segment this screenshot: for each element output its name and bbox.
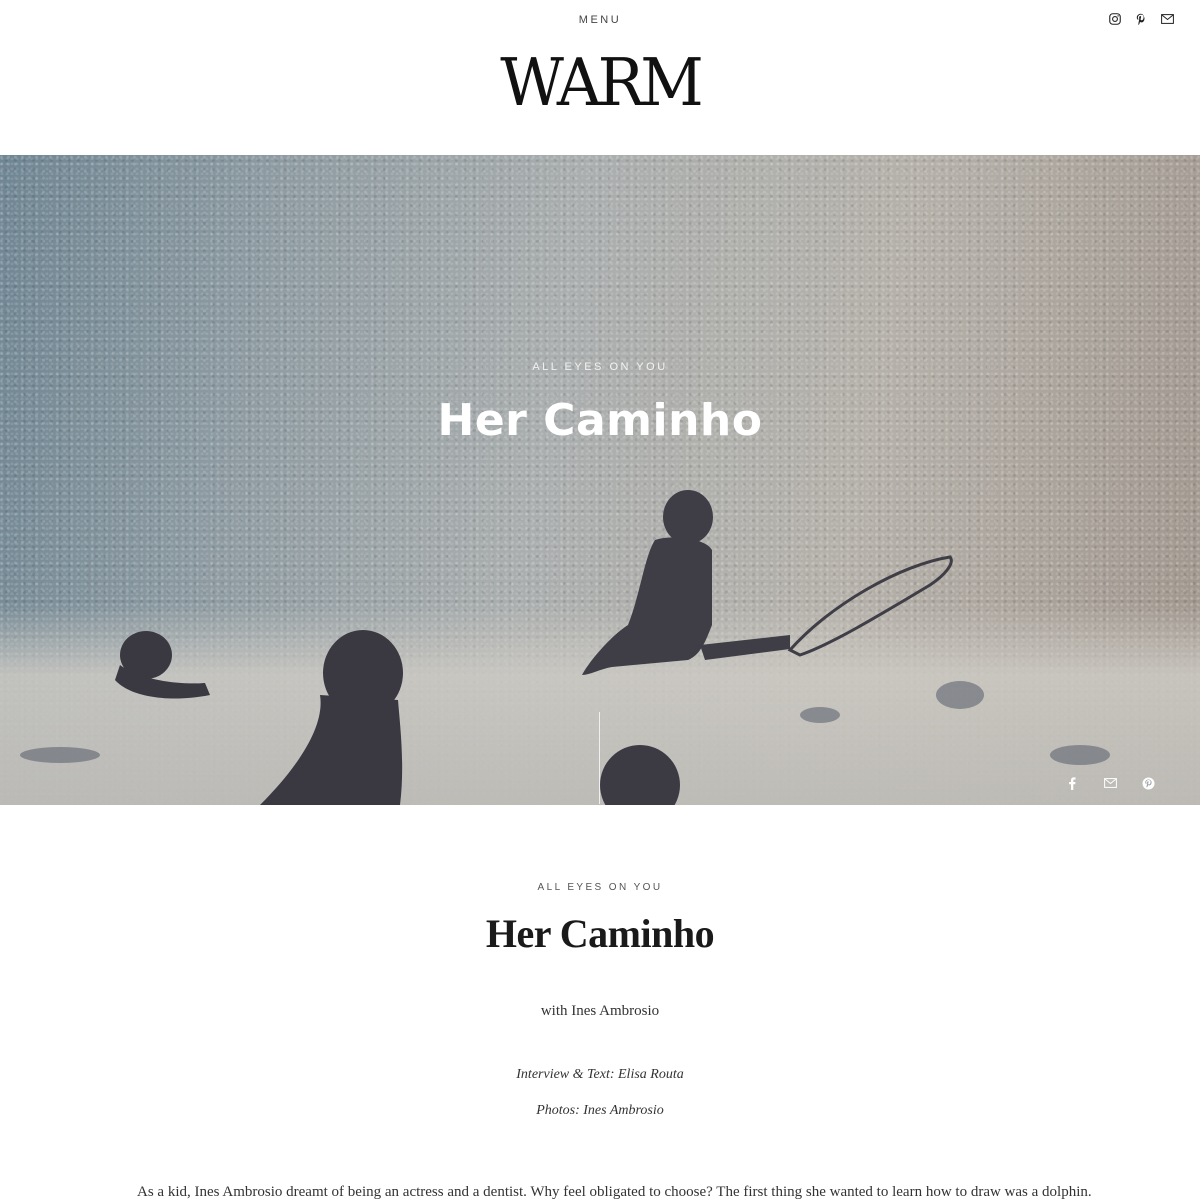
- article-title: Her Caminho: [485, 911, 715, 956]
- menu-label: MENU: [578, 14, 622, 26]
- share-mail-icon[interactable]: [1102, 775, 1118, 791]
- facebook-icon[interactable]: [1064, 775, 1080, 791]
- site-logo[interactable]: WARM: [0, 44, 1200, 121]
- instagram-icon[interactable]: [1108, 12, 1122, 26]
- article-kicker: ALL EYES ON YOU: [537, 882, 663, 893]
- hero-image: ALL EYES ON YOU Her Caminho: [0, 155, 1200, 805]
- header-social-links: [1108, 12, 1174, 26]
- scroll-indicator[interactable]: [599, 712, 600, 804]
- surfer-silhouettes: [20, 490, 1110, 805]
- hero-title: Her Caminho: [437, 395, 763, 446]
- mail-icon[interactable]: [1160, 12, 1174, 26]
- article-subtitle: with Ines Ambrosio: [540, 1003, 660, 1019]
- share-links: [1064, 775, 1156, 791]
- pinterest-icon[interactable]: [1134, 12, 1148, 26]
- menu-button[interactable]: MENU: [0, 14, 1200, 26]
- credit-photos: Photos: Ines Ambrosio: [536, 1103, 664, 1118]
- share-pinterest-icon[interactable]: [1140, 775, 1156, 791]
- credit-interview: Interview & Text: Elisa Routa: [516, 1067, 684, 1082]
- hero-kicker: ALL EYES ON YOU: [532, 361, 668, 373]
- article-intro: As a kid, Ines Ambrosio dreamt of being …: [137, 1184, 1092, 1200]
